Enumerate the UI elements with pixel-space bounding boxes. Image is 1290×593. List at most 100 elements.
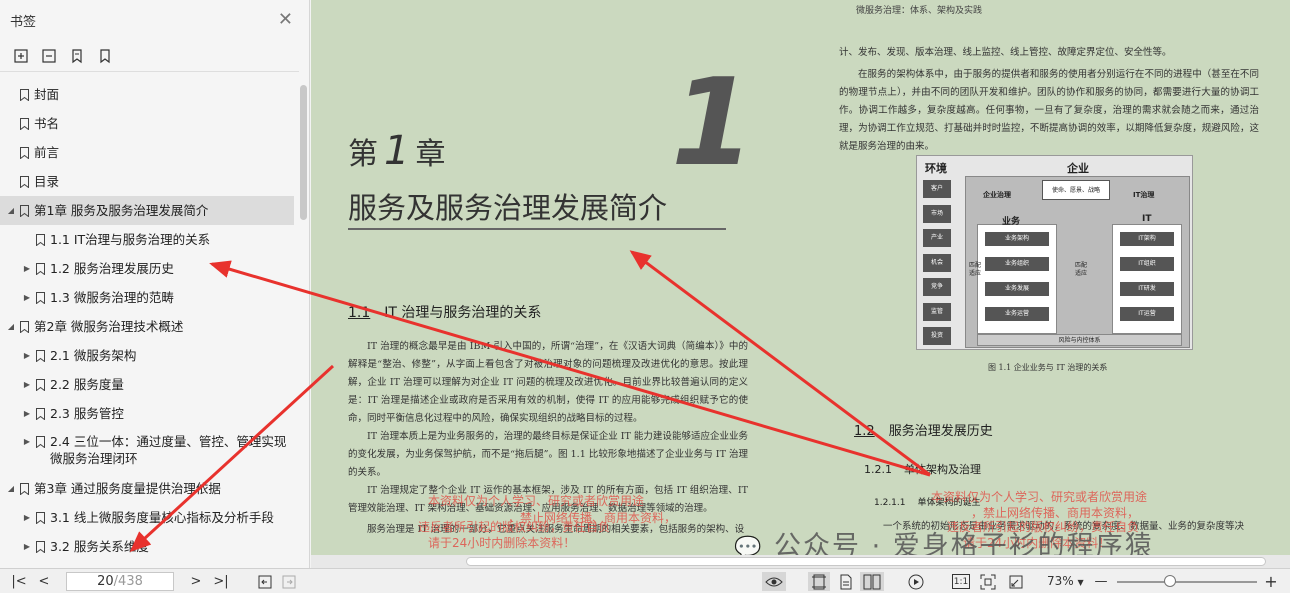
sidebar-header: 书签 ✕ [0, 0, 309, 40]
collapse-arrow-icon[interactable]: ◢ [6, 206, 16, 215]
collapse-arrow-icon[interactable]: ◢ [6, 484, 16, 493]
next-page-icon[interactable]: > [188, 572, 204, 591]
prev-page-icon[interactable]: < [36, 572, 52, 591]
chapter-prefix-b: 章 [415, 137, 446, 172]
collapse-all-icon[interactable] [40, 47, 58, 65]
bookmark-label: 第3章 通过服务度量提供治理依据 [34, 481, 221, 496]
bookmark-item[interactable]: ▶ 2.4 三位一体：通过度量、管控、管理实现 微服务治理闭环 [0, 428, 300, 474]
fit-page-icon[interactable] [978, 572, 998, 591]
zoom-out-icon[interactable]: — [1094, 572, 1108, 591]
figure-env-item: 市场 [923, 204, 951, 223]
zoom-in-icon[interactable]: + [1264, 572, 1278, 591]
expand-arrow-icon[interactable]: ▶ [22, 542, 32, 551]
figure-it-item: IT架构 [1120, 232, 1174, 246]
bookmark-label: 前言 [34, 145, 60, 160]
close-icon[interactable]: ✕ [278, 11, 293, 29]
bookmark-item[interactable]: ▶ 1.2 服务治理发展历史 [0, 254, 300, 283]
page-number-input[interactable]: 20/438 [66, 572, 174, 591]
expand-arrow-icon[interactable]: ▶ [22, 409, 32, 418]
figure-biz-item: 业务组织 [985, 257, 1049, 271]
running-head: 微服务治理：体系、架构及实践 [856, 6, 983, 16]
collapse-arrow-icon[interactable]: ◢ [6, 322, 16, 331]
eye-icon[interactable] [762, 572, 786, 591]
add-bookmark-icon[interactable] [68, 47, 86, 65]
bookmark-item[interactable]: ▶ 2.1 微服务架构 [0, 341, 300, 370]
bookmark-item[interactable]: ◢ 第2章 微服务治理技术概述 [0, 312, 300, 341]
bookmark-item[interactable]: ▶ 1.3 微服务治理的范畴 [0, 283, 300, 312]
bookmark-icon [36, 540, 45, 553]
bookmark-icon[interactable] [96, 47, 114, 65]
figure-ent-gov: 企业治理 [983, 191, 1011, 199]
watermark-text: 违反者所引起的版权纠纷，责任自负 [418, 520, 611, 534]
bookmark-item[interactable]: 书名 [0, 109, 300, 138]
bookmark-label: 2.1 微服务架构 [50, 348, 137, 363]
bookmark-item[interactable]: ◢ 第1章 服务及服务治理发展简介 [0, 196, 294, 225]
bookmark-label: 第2章 微服务治理技术概述 [34, 319, 184, 334]
bookmark-icon [36, 233, 45, 246]
pdf-page: 微服务治理：体系、架构及实践 1 第1章 服务及服务治理发展简介 1.1 IT 治… [311, 0, 1290, 562]
chapter-label: 第1章 [348, 128, 445, 174]
expand-arrow-icon[interactable]: ▶ [22, 293, 32, 302]
total-pages: /438 [113, 574, 143, 589]
bookmark-item[interactable]: ▶ 2.2 服务度量 [0, 370, 300, 399]
figure-1-1: 环境 企业 使命、愿景、战略 企业治理 IT治理 业务 IT 匹配 适应 匹配 … [916, 155, 1193, 350]
expand-all-icon[interactable] [12, 47, 30, 65]
section-number: 1.2.1.1 [874, 498, 906, 508]
figure-it-item: IT运营 [1120, 307, 1174, 321]
figure-bottom-bar: 风险与内控体系 [977, 334, 1182, 346]
bookmarks-sidebar: 书签 ✕ 封面书名前言目录 ◢ 第1章 服务及服务治理发展简介 1.1 IT治理与服务… [0, 0, 310, 568]
paragraph: 计、发布、发现、版本治理、线上监控、线上管控、故障定界定位、安全性等。 [839, 47, 1172, 58]
horizontal-scrollbar[interactable] [311, 555, 1290, 568]
back-icon[interactable] [256, 572, 274, 591]
first-page-icon[interactable]: |< [10, 572, 28, 591]
figure-biz-title: 业务 [1002, 217, 1021, 227]
bookmark-item[interactable]: 前言 [0, 138, 300, 167]
last-page-icon[interactable]: >| [212, 572, 230, 591]
bookmark-item[interactable]: ▶ 3.1 线上微服务度量核心指标及分析手段 [0, 503, 300, 532]
actual-size-icon[interactable]: 1:1 [952, 574, 970, 589]
bookmark-label: 书名 [34, 116, 60, 131]
zoom-slider-knob[interactable] [1164, 575, 1177, 587]
section-1-2-heading: 1.2 服务治理发展历史 [854, 420, 993, 439]
fit-width-icon[interactable] [1006, 572, 1026, 591]
two-page-icon[interactable] [860, 572, 884, 591]
bookmark-item[interactable]: 目录 [0, 167, 300, 196]
section-number: 1.2 [854, 424, 875, 439]
bookmark-icon [20, 320, 29, 333]
figure-it-title: IT [1142, 214, 1152, 224]
zoom-slider-track[interactable] [1117, 581, 1257, 583]
bookmark-item[interactable]: ◢ 第3章 通过服务度量提供治理依据 [0, 474, 300, 503]
bookmark-label: 3.2 服务关系维度 [50, 539, 149, 554]
figure-ent-title: 企业 [1067, 162, 1089, 175]
bookmark-label: 1.1 IT治理与服务治理的关系 [50, 232, 211, 247]
expand-arrow-icon[interactable]: ▶ [22, 351, 32, 360]
bookmark-icon [36, 378, 45, 391]
continuous-page-icon[interactable] [836, 572, 856, 591]
expand-arrow-icon[interactable]: ▶ [22, 380, 32, 389]
paragraph: IT 治理的概念最早是由 IBM 引入中国的，所谓“治理”，在《汉语大词典（简编… [348, 341, 748, 424]
play-icon[interactable] [906, 572, 926, 591]
bookmark-item[interactable]: ▶ 3.2 服务关系维度 [0, 532, 300, 561]
bookmark-label: 2.2 服务度量 [50, 377, 124, 392]
figure-match-2: 匹配 适应 [969, 262, 982, 277]
watermark-text: 请于24小时内删除本资料！ [428, 536, 576, 550]
single-page-icon[interactable] [808, 572, 830, 591]
paragraph: 在服务的架构体系中，由于服务的提供者和服务的使用者分别运行在不同的进程中（甚至在… [839, 69, 1259, 152]
expand-arrow-icon[interactable]: ▶ [22, 264, 32, 273]
expand-arrow-icon[interactable]: ▶ [22, 513, 32, 522]
expand-arrow-icon[interactable]: ▶ [22, 437, 32, 446]
forward-icon[interactable] [280, 572, 298, 591]
figure-env-title: 环境 [925, 162, 947, 175]
bookmark-icon [36, 436, 45, 449]
section-title: IT 治理与服务治理的关系 [384, 305, 542, 321]
sidebar-title: 书签 [10, 14, 37, 30]
bookmark-item[interactable]: 1.1 IT治理与服务治理的关系 [0, 225, 300, 254]
section-number: 1.1 [348, 305, 371, 321]
sidebar-scrollbar[interactable] [300, 85, 307, 220]
bookmark-label: 2.3 服务管控 [50, 406, 124, 421]
bookmark-item[interactable]: 封面 [0, 80, 300, 109]
bookmark-item[interactable]: ▶ 2.3 服务管控 [0, 399, 300, 428]
horizontal-scroll-thumb[interactable] [466, 557, 1266, 566]
zoom-level[interactable]: 73% ▼ [1047, 574, 1084, 588]
document-viewer[interactable]: 微服务治理：体系、架构及实践 1 第1章 服务及服务治理发展简介 1.1 IT 治… [311, 0, 1290, 568]
